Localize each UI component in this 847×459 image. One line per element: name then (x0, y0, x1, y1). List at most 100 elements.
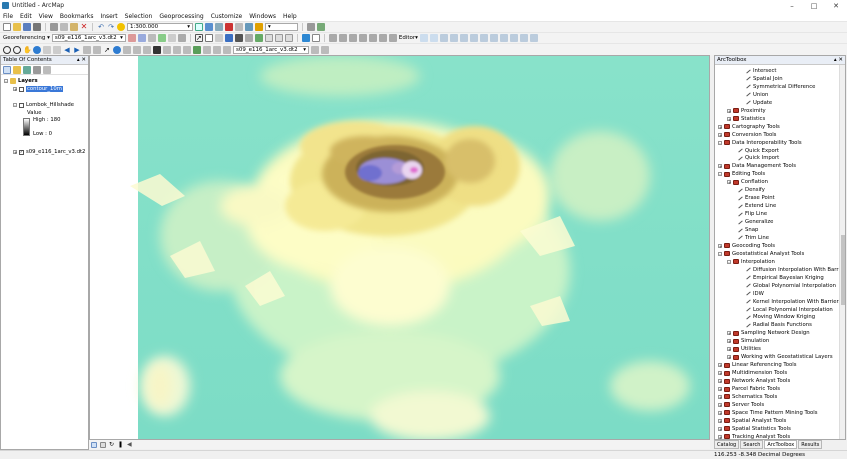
toolbox-tree-item[interactable]: Global Polynomial Interpolation (745, 282, 836, 290)
model-builder-icon[interactable] (245, 23, 253, 31)
expand-icon[interactable]: + (13, 87, 17, 92)
reshape-icon[interactable] (338, 34, 347, 42)
expand-icon[interactable]: + (718, 410, 722, 415)
toolbox-tree-item[interactable]: + Schematics Tools (718, 393, 777, 401)
close-icon[interactable]: ✕ (81, 57, 86, 63)
layer-contour[interactable]: + contour_10m (13, 86, 63, 92)
viewer-icon[interactable] (177, 34, 186, 42)
expand-icon[interactable]: + (718, 402, 722, 407)
menu-customize[interactable]: Customize (211, 13, 243, 20)
time-window-icon[interactable] (183, 45, 191, 54)
search-window-icon[interactable] (255, 23, 263, 31)
edit-annotation-icon[interactable] (429, 34, 438, 42)
menu-insert[interactable]: Insert (100, 13, 117, 20)
layer-name[interactable]: s09_e116_1arc_v3.dt2 (26, 149, 85, 155)
fixed-zoom-out-icon[interactable] (53, 45, 61, 54)
create-viewer-window-icon[interactable] (193, 45, 201, 54)
identify-icon[interactable] (234, 34, 243, 42)
menu-help[interactable]: Help (283, 13, 297, 20)
layer-visibility-checkbox[interactable] (19, 102, 24, 108)
contrast-icon[interactable] (321, 45, 329, 54)
toolbox-tree-item[interactable]: + Conversion Tools (718, 131, 776, 139)
toolbox-tree-item[interactable]: - Editing Tools (718, 170, 765, 178)
expand-icon[interactable]: + (13, 150, 17, 155)
layer-name[interactable]: contour_10m (26, 86, 63, 92)
toolbox-tree-item[interactable]: + Tracking Analyst Tools (718, 433, 790, 439)
toolbox-tree-item[interactable]: - Data Interoperability Tools (718, 139, 802, 147)
toolbox-tree-item[interactable]: Radial Basis Functions (745, 321, 812, 329)
toolbox-tree-item[interactable]: + Utilities (727, 345, 761, 353)
go-to-xy-icon[interactable] (173, 45, 181, 54)
scroll-left-icon[interactable]: ◀ (127, 441, 133, 448)
toolbox-tree-item[interactable]: Snap (737, 226, 758, 234)
pencil-icon[interactable] (244, 34, 253, 42)
toolbox-tree-item[interactable]: + Multidimension Tools (718, 369, 787, 377)
expand-icon[interactable]: + (718, 363, 722, 368)
editor-toolbar-icon[interactable] (195, 23, 203, 31)
time-slider-icon[interactable] (254, 34, 263, 42)
map-scale-select[interactable]: 1:300.000 ▾ (127, 23, 193, 31)
zoom-in-icon[interactable] (3, 45, 11, 54)
table-of-contents-window-icon[interactable] (205, 23, 213, 31)
expand-icon[interactable]: + (727, 339, 731, 344)
toolbox-tree-item[interactable]: + Space Time Pattern Mining Tools (718, 409, 818, 417)
expand-icon[interactable]: + (727, 180, 731, 185)
back-extent-icon[interactable]: ◀ (63, 46, 71, 54)
toolbox-tree-item[interactable]: Diffusion Interpolation With Barriers (745, 266, 845, 274)
blank-icon[interactable] (284, 34, 293, 42)
options-icon[interactable] (43, 65, 51, 74)
expand-icon[interactable]: + (718, 164, 722, 169)
tab-arctoolbox[interactable]: ArcToolbox (764, 440, 798, 449)
toolbox-tree-item[interactable]: Moving Window Kriging (745, 313, 815, 321)
menu-selection[interactable]: Selection (125, 13, 153, 20)
collapse-icon[interactable]: - (4, 79, 8, 84)
toolbox-tree-item[interactable]: + Server Tools (718, 401, 764, 409)
globe-icon[interactable] (224, 34, 233, 42)
expand-icon[interactable]: + (727, 347, 731, 352)
layers-root[interactable]: - Layers (4, 78, 38, 84)
refresh-icon[interactable]: ↻ (109, 441, 115, 448)
scale-icon[interactable] (147, 34, 156, 42)
toolbox-tree-item[interactable]: Quick Import (737, 154, 779, 162)
toolbox-tree-item[interactable]: + Working with Geostatistical Layers (727, 353, 833, 361)
toolbox-tree-item[interactable]: - Geostatistical Analyst Tools (718, 250, 804, 258)
expand-icon[interactable]: + (727, 355, 731, 360)
expand-icon[interactable]: + (727, 331, 731, 336)
blank-icon[interactable] (311, 34, 320, 42)
collapse-icon[interactable]: - (718, 251, 722, 256)
toolbox-tree-item[interactable]: + Linear Referencing Tools (718, 361, 796, 369)
minimize-button[interactable]: – (781, 0, 803, 11)
expand-icon[interactable]: + (727, 116, 731, 121)
expand-icon[interactable]: + (718, 426, 722, 431)
cut-polygon-icon[interactable] (348, 34, 357, 42)
toolbox-tree-item[interactable]: + Parcel Fabric Tools (718, 385, 780, 393)
menu-bookmarks[interactable]: Bookmarks (60, 13, 94, 20)
cut-icon[interactable] (50, 23, 58, 31)
fixed-zoom-in-icon[interactable] (43, 45, 51, 54)
add-data-icon[interactable] (117, 23, 125, 31)
blank-icon[interactable] (264, 34, 273, 42)
menu-edit[interactable]: Edit (20, 13, 32, 20)
split-tool-icon[interactable] (489, 34, 498, 42)
menu-geoprocessing[interactable]: Geoprocessing (159, 13, 203, 20)
toolbox-tree-item[interactable]: Trim Line (737, 234, 769, 242)
toolbox-tree-item[interactable]: Local Polynomial Interpolation (745, 306, 833, 314)
pin-icon[interactable]: ▴ (77, 57, 80, 63)
toolbox-tree-item[interactable]: Quick Export (737, 147, 779, 155)
edit-vertices-icon[interactable] (317, 23, 325, 31)
catalog-window-icon[interactable] (215, 23, 223, 31)
straight-segment-icon[interactable] (439, 34, 448, 42)
collapse-icon[interactable]: - (718, 172, 722, 177)
data-view-icon[interactable] (91, 441, 97, 448)
expand-icon[interactable]: + (718, 243, 722, 248)
expand-icon[interactable]: + (718, 379, 722, 384)
toolbox-tree-item[interactable]: Empirical Bayesian Kriging (745, 274, 824, 282)
new-document-icon[interactable] (3, 23, 11, 31)
maximize-button[interactable]: □ (803, 0, 825, 11)
toolbox-tree-item[interactable]: Densify (737, 186, 765, 194)
delete-icon[interactable]: ✕ (80, 23, 88, 31)
sketch-properties-icon[interactable] (519, 34, 528, 42)
identify-tool-icon[interactable] (113, 45, 121, 54)
layer-visibility-checkbox[interactable]: ✓ (19, 149, 24, 155)
unknown-select[interactable]: ▾ (265, 23, 298, 31)
